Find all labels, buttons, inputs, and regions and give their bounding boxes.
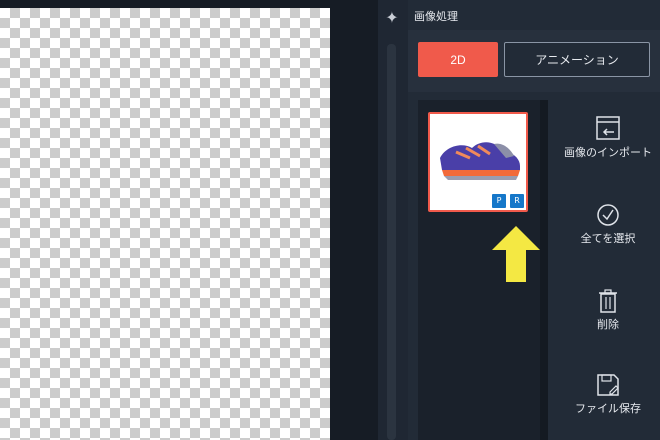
mode-animation-button[interactable]: アニメーション — [504, 42, 650, 77]
image-thumbnail[interactable]: P R — [428, 112, 528, 212]
top-strip — [0, 0, 330, 8]
delete-button[interactable]: 削除 — [556, 288, 660, 332]
check-circle-icon — [597, 204, 619, 226]
canvas-divider — [330, 0, 378, 440]
save-file-label: ファイル保存 — [575, 402, 641, 415]
transparent-canvas[interactable] — [0, 8, 330, 440]
compass-icon: ✦ — [385, 8, 399, 27]
delete-label: 削除 — [597, 318, 619, 331]
import-image-button[interactable]: 画像のインポート — [556, 114, 660, 160]
shoe-image — [440, 142, 520, 180]
badge-p: P — [492, 194, 506, 208]
select-all-button[interactable]: 全てを選択 — [556, 202, 660, 246]
trash-icon — [599, 289, 617, 313]
import-image-label: 画像のインポート — [564, 146, 652, 159]
save-file-icon — [597, 374, 619, 396]
vertical-scrollbar[interactable] — [387, 44, 396, 440]
panel-title: 画像処理 — [414, 10, 458, 23]
down-arrow-icon — [492, 226, 540, 282]
import-icon — [596, 116, 620, 140]
select-all-label: 全てを選択 — [580, 232, 636, 245]
mode-2d-button[interactable]: 2D — [418, 42, 498, 77]
save-file-button[interactable]: ファイル保存 — [556, 372, 660, 416]
badge-r: R — [510, 194, 524, 208]
